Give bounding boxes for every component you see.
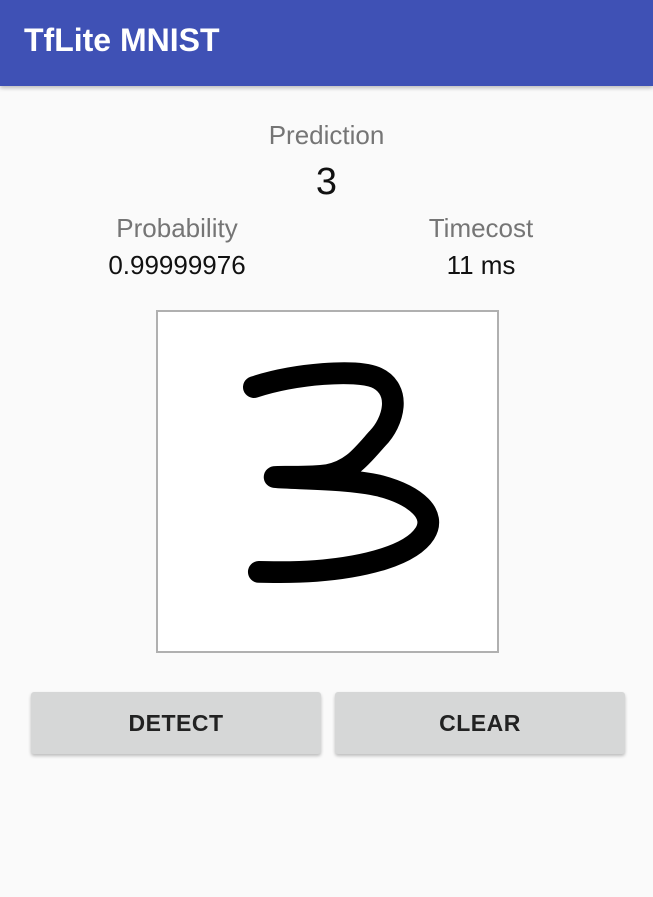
prediction-label: Prediction	[268, 120, 385, 150]
app-bar: TfLite MNIST	[0, 0, 653, 86]
handwritten-stroke	[242, 362, 440, 584]
clear-button[interactable]: CLEAR	[335, 692, 625, 754]
drawing-canvas[interactable]	[156, 310, 499, 653]
timecost-label: Timecost	[428, 213, 534, 243]
probability-label: Probability	[116, 213, 238, 243]
prediction-value: 3	[315, 161, 338, 203]
probability-value: 0.99999976	[108, 250, 246, 280]
detect-button[interactable]: DETECT	[31, 692, 321, 754]
timecost-value: 11 ms	[446, 250, 516, 280]
app-title: TfLite MNIST	[24, 22, 220, 58]
